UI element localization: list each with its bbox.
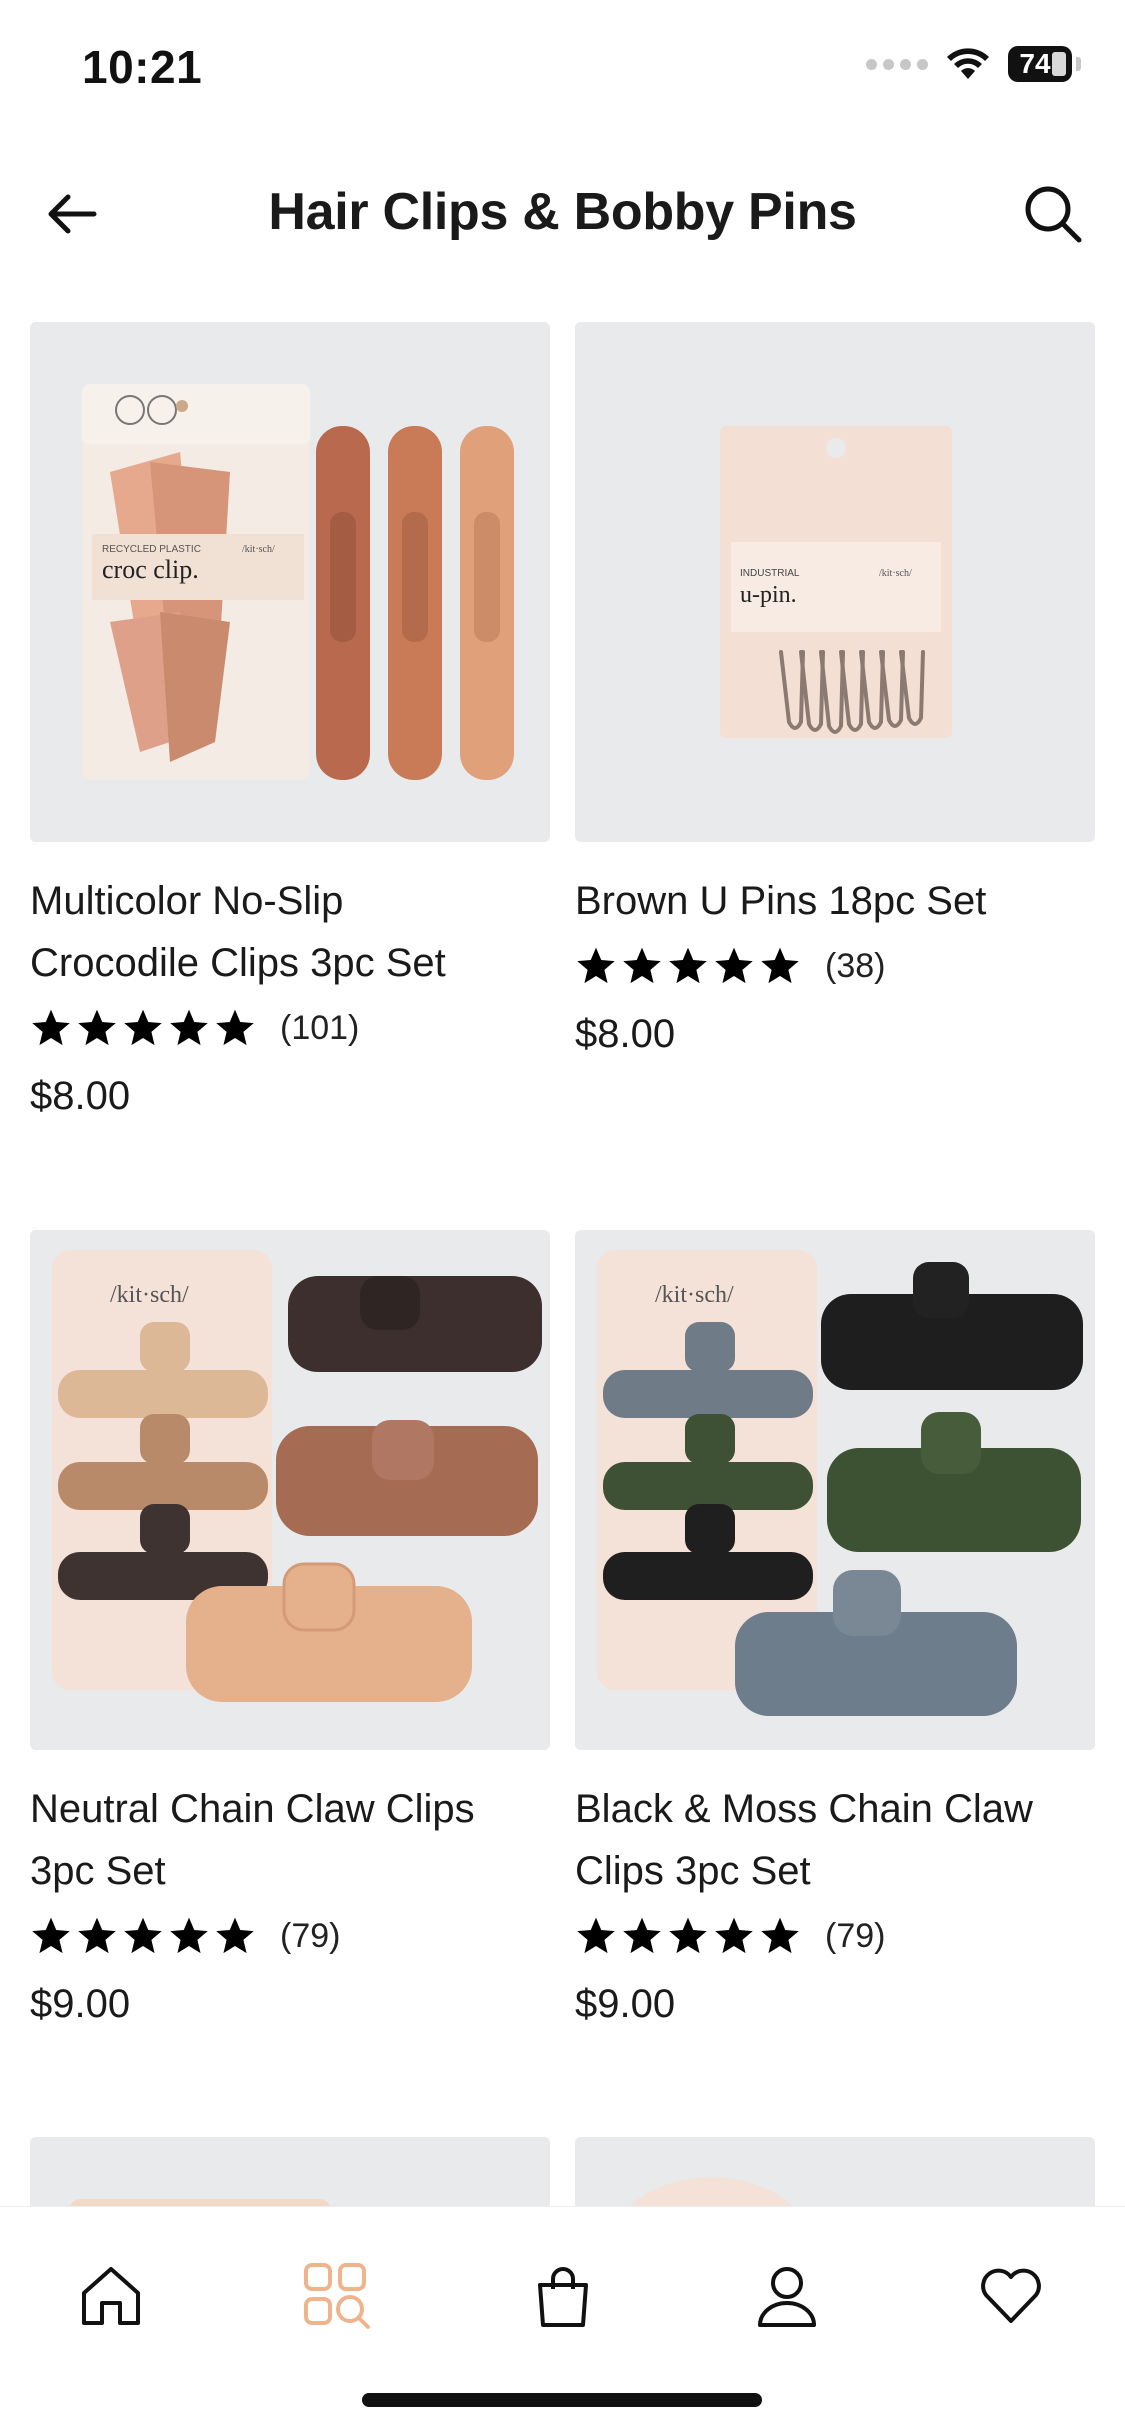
star-icon bbox=[623, 947, 661, 984]
product-image-croc-clips[interactable]: RECYCLED PLASTIC croc clip. /kit·sch/ bbox=[30, 322, 550, 842]
croc-pack-brand: /kit·sch/ bbox=[242, 544, 275, 555]
star-icon bbox=[32, 1009, 70, 1046]
star-icon bbox=[669, 1917, 707, 1954]
star-rating bbox=[30, 1007, 256, 1049]
croc-clips-illustration: RECYCLED PLASTIC croc clip. /kit·sch/ bbox=[30, 322, 550, 842]
star-icon bbox=[124, 1917, 162, 1954]
star-icon bbox=[124, 1009, 162, 1046]
review-count: (101) bbox=[280, 1008, 360, 1047]
upin-pack-title: u-pin. bbox=[740, 582, 797, 608]
rating-row: (79) bbox=[30, 1908, 550, 1964]
star-rating bbox=[30, 1915, 256, 1957]
product-name[interactable]: Neutral Chain Claw Clips 3pc Set bbox=[30, 1778, 550, 1902]
product-image-neutral-claw-clips[interactable]: /kit·sch/ bbox=[30, 1230, 550, 1750]
review-count: (38) bbox=[825, 946, 886, 985]
star-icon bbox=[669, 947, 707, 984]
star-rating bbox=[575, 945, 801, 987]
product-name[interactable]: Multicolor No-Slip Crocodile Clips 3pc S… bbox=[30, 870, 550, 994]
search-button[interactable] bbox=[1017, 178, 1089, 250]
tab-account[interactable] bbox=[742, 2251, 832, 2341]
status-indicators: 74 bbox=[866, 46, 1081, 82]
battery-icon: 74 bbox=[1008, 46, 1072, 82]
upin-pack-small-text: INDUSTRIAL bbox=[740, 568, 800, 579]
product-price: $9.00 bbox=[30, 1982, 131, 2026]
rating-row: (79) bbox=[575, 1908, 1095, 1964]
battery-level: 74 bbox=[1019, 48, 1051, 79]
shopping-bag-icon bbox=[538, 2267, 588, 2327]
rating-row: (38) bbox=[575, 938, 1095, 994]
product-card[interactable]: RECYCLED PLASTIC croc clip. /kit·sch/ Mu… bbox=[30, 322, 550, 1119]
product-card[interactable]: /kit·sch/ Neutral Chain Claw Clips 3pc S… bbox=[30, 1230, 550, 2027]
page-title: Hair Clips & Bobby Pins bbox=[268, 183, 857, 241]
croc-pack-title: croc clip. bbox=[102, 555, 199, 584]
rating-row: (101) bbox=[30, 1000, 550, 1056]
tab-bag[interactable] bbox=[518, 2251, 608, 2341]
product-price: $9.00 bbox=[575, 1982, 676, 2026]
product-price: $8.00 bbox=[30, 1074, 131, 1118]
tab-home[interactable] bbox=[66, 2251, 156, 2341]
star-icon bbox=[715, 1917, 753, 1954]
shop-search-icon bbox=[304, 2263, 370, 2329]
search-icon bbox=[1025, 186, 1082, 243]
croc-pack-small-text: RECYCLED PLASTIC bbox=[102, 544, 201, 555]
star-icon bbox=[577, 947, 615, 984]
star-icon bbox=[170, 1009, 208, 1046]
moss-pack-brand: /kit·sch/ bbox=[655, 1282, 734, 1308]
star-icon bbox=[216, 1009, 254, 1046]
product-name[interactable]: Brown U Pins 18pc Set bbox=[575, 870, 1095, 932]
cellular-signal-icon bbox=[866, 58, 928, 70]
product-card[interactable]: /kit·sch/ Black & Moss Chain Claw Clips … bbox=[575, 1230, 1095, 2027]
product-image-u-pins[interactable]: INDUSTRIAL u-pin. /kit·sch/ bbox=[575, 322, 1095, 842]
status-bar: 10:21 74 bbox=[0, 0, 1125, 140]
star-icon bbox=[577, 1917, 615, 1954]
review-count: (79) bbox=[280, 1916, 341, 1955]
status-time: 10:21 bbox=[82, 41, 203, 93]
star-icon bbox=[216, 1917, 254, 1954]
review-count: (79) bbox=[825, 1916, 886, 1955]
neutral-claw-clips-illustration: /kit·sch/ bbox=[30, 1230, 550, 1750]
upin-pack-brand: /kit·sch/ bbox=[879, 568, 912, 579]
home-indicator bbox=[362, 2393, 762, 2407]
star-icon bbox=[623, 1917, 661, 1954]
star-rating bbox=[575, 1915, 801, 1957]
product-name[interactable]: Black & Moss Chain Claw Clips 3pc Set bbox=[575, 1778, 1095, 1902]
product-card[interactable]: INDUSTRIAL u-pin. /kit·sch/ Brown U Pins… bbox=[575, 322, 1095, 1057]
home-icon bbox=[82, 2267, 140, 2325]
star-icon bbox=[761, 1917, 799, 1954]
star-icon bbox=[78, 1009, 116, 1046]
screen: 10:21 74 Hair Clips & Bobby Pins RECYCLE… bbox=[0, 0, 1125, 2436]
star-icon bbox=[32, 1917, 70, 1954]
u-pins-illustration: INDUSTRIAL u-pin. /kit·sch/ bbox=[575, 322, 1095, 842]
nav-header: Hair Clips & Bobby Pins bbox=[0, 160, 1125, 270]
product-price: $8.00 bbox=[575, 1012, 676, 1056]
tab-wishlist[interactable] bbox=[966, 2251, 1056, 2341]
black-moss-claw-clips-illustration: /kit·sch/ bbox=[575, 1230, 1095, 1750]
neutral-pack-brand: /kit·sch/ bbox=[110, 1282, 189, 1308]
wifi-icon bbox=[947, 48, 989, 79]
star-icon bbox=[761, 947, 799, 984]
star-icon bbox=[715, 947, 753, 984]
person-icon bbox=[758, 2267, 816, 2327]
product-image-black-moss-claw-clips[interactable]: /kit·sch/ bbox=[575, 1230, 1095, 1750]
star-icon bbox=[170, 1917, 208, 1954]
star-icon bbox=[78, 1917, 116, 1954]
tab-shop[interactable] bbox=[292, 2251, 382, 2341]
heart-icon bbox=[981, 2268, 1041, 2323]
